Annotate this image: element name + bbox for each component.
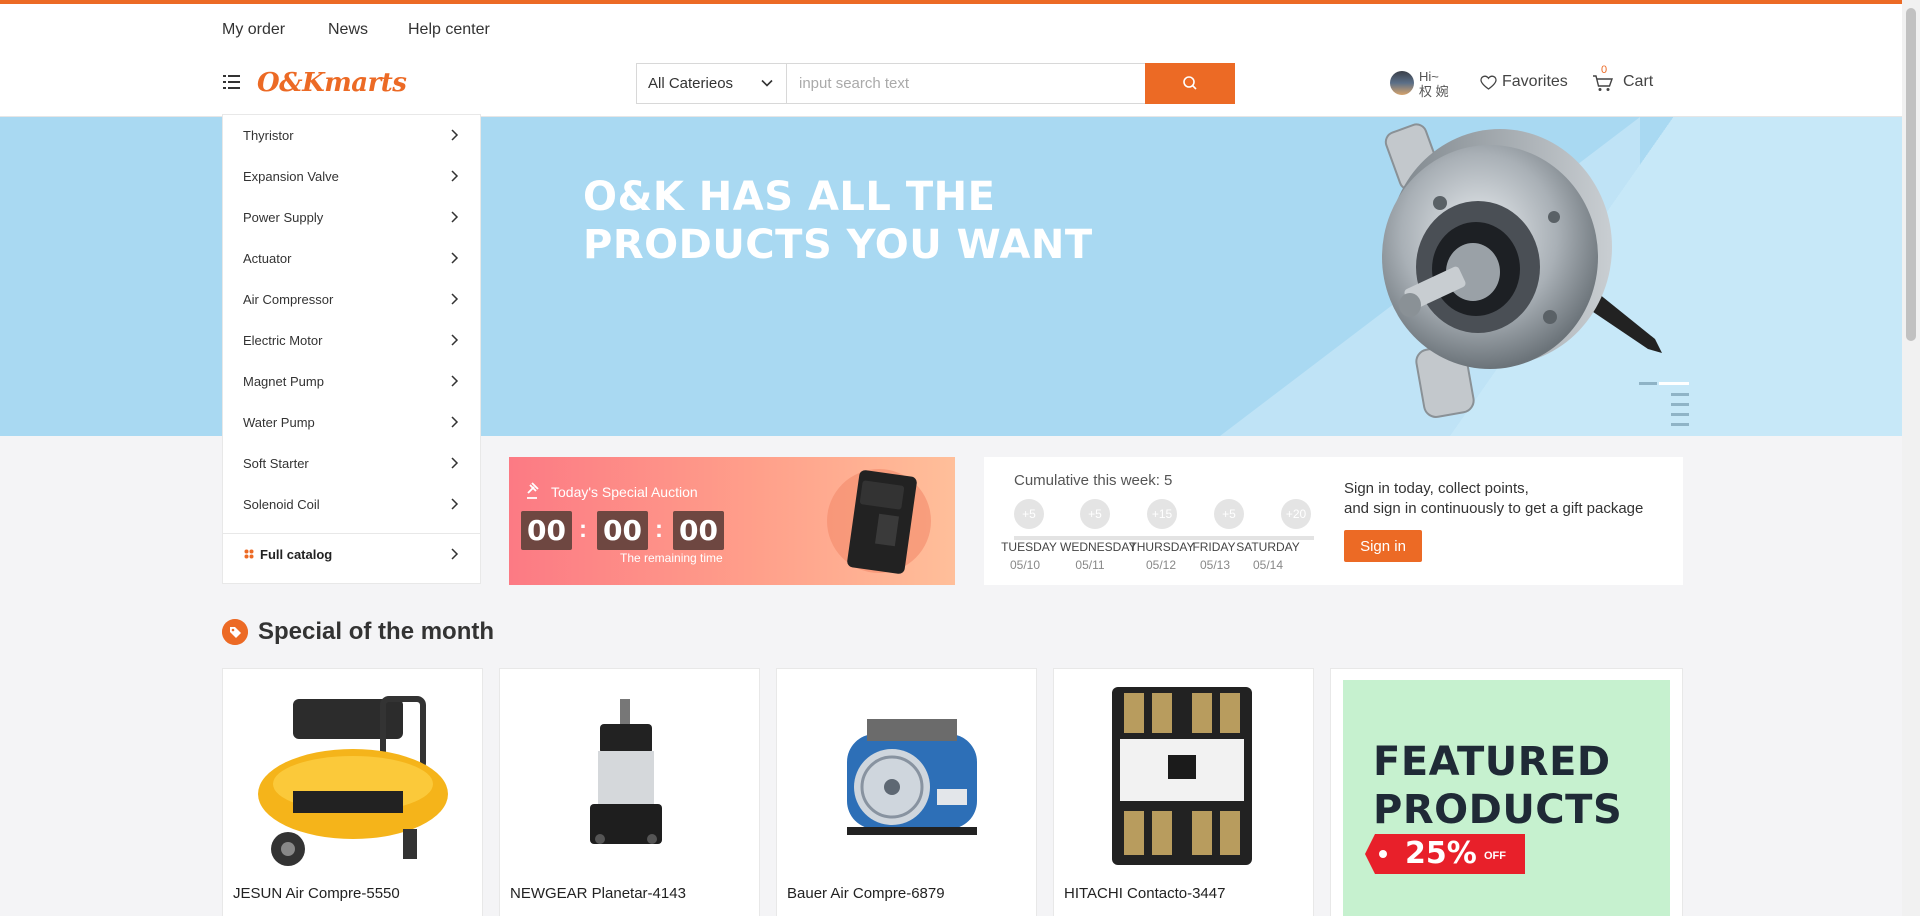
sidebar-item-magnet-pump[interactable]: Magnet Pump [223,361,480,402]
slide-indicator[interactable] [918,427,992,436]
chevron-right-icon [451,548,459,560]
gavel-icon [527,482,539,499]
checkin-date: 05/10 [1009,558,1041,572]
cart-link[interactable]: 0 Cart [1592,64,1654,91]
checkin-day: SATURDAY [1236,540,1300,554]
featured-headline: FEATURED PRODUCTS [1373,739,1623,833]
chevron-right-icon [451,334,459,346]
product-card[interactable]: JESUN Air Compre-5550 [222,668,483,916]
full-catalog-label: Full catalog [260,547,333,562]
sidebar-item-air-compressor[interactable]: Air Compressor [223,279,480,320]
discount-badge: 25% OFF [1365,834,1525,874]
countdown-caption: The remaining time [620,551,723,565]
special-auction-card[interactable]: Today's Special Auction 00 : 00 : 00 The… [509,457,955,585]
sidebar-item-water-pump[interactable]: Water Pump [223,402,480,443]
tag-icon [222,619,248,645]
chevron-right-icon [451,129,459,141]
full-catalog-link[interactable]: Full catalog [223,533,480,584]
rotary-encoder-image [1382,123,1662,418]
favorites-label: Favorites [1502,73,1568,90]
cumulative-points: Cumulative this week: 5 [1014,472,1173,489]
discount-percent: 25% [1405,836,1477,871]
checkin-date: 05/14 [1252,558,1284,572]
checkin-points-friday: +5 [1214,499,1244,529]
nav-news[interactable]: News [328,21,368,39]
page-scrollbar[interactable] [1902,0,1920,916]
product-image [847,719,977,835]
product-card[interactable]: NEWGEAR Planetar-4143 [499,668,760,916]
chevron-right-icon [451,375,459,387]
sidebar-item-actuator[interactable]: Actuator [223,238,480,279]
slide-thumbnails[interactable] [1637,379,1693,436]
heart-icon [1480,75,1497,90]
checkin-day: TUESDAY [1001,540,1057,554]
category-select-value: All Caterieos [648,75,734,92]
chevron-down-icon [761,79,773,87]
chevron-right-icon [451,293,459,305]
search-bar: All Caterieos [636,63,1235,104]
sidebar-item-power-supply[interactable]: Power Supply [223,197,480,238]
category-select[interactable]: All Caterieos [637,64,787,103]
section-title: Special of the month [222,618,494,646]
user-name: 权 婉 [1419,84,1449,99]
sign-in-card: Cumulative this week: 5 +5 +5 +15 +5 +20… [984,457,1683,585]
cart-count-badge: 0 [1601,64,1608,76]
checkin-points-saturday: +20 [1281,499,1311,529]
chevron-right-icon [451,252,459,264]
banner-headline: O&K HAS ALL THE PRODUCTS YOU WANT [583,174,1093,268]
favorites-link[interactable]: Favorites [1480,73,1568,91]
checkin-date: 05/11 [1075,558,1105,572]
product-image [258,696,448,866]
search-icon [1183,76,1197,90]
sign-in-button[interactable]: Sign in [1344,530,1422,562]
grid-icon [244,549,254,559]
category-sidebar: Thyristor Expansion Valve Power Supply A… [222,114,481,584]
menu-list-icon[interactable] [222,72,242,92]
user-greeting: Hi~ [1419,69,1439,84]
featured-products-promo[interactable]: FEATURED PRODUCTS 25% OFF [1330,668,1683,916]
sidebar-item-thyristor[interactable]: Thyristor [223,115,480,156]
chevron-right-icon [451,211,459,223]
chevron-right-icon [451,498,459,510]
checkin-day: WEDNESDAY [1060,540,1137,554]
nav-help-center[interactable]: Help center [408,21,490,39]
sidebar-item-solenoid-coil[interactable]: Solenoid Coil [223,484,480,525]
checkin-points-wednesday: +5 [1080,499,1110,529]
checkin-points-tuesday: +5 [1014,499,1044,529]
cart-label: Cart [1623,73,1654,90]
product-name[interactable]: JESUN Air Compre-5550 [233,885,400,902]
product-card[interactable]: Bauer Air Compre-6879 [776,668,1037,916]
chevron-right-icon [451,170,459,182]
avatar[interactable] [1390,71,1414,95]
site-logo[interactable]: O&Kmarts [257,68,407,98]
product-image [1112,687,1252,865]
sidebar-item-expansion-valve[interactable]: Expansion Valve [223,156,480,197]
countdown-minutes: 00 [597,511,648,550]
sign-in-message: Sign in today, collect points, and sign … [1344,480,1644,517]
countdown-seconds: 00 [673,511,724,550]
cart-icon [1593,75,1613,91]
checkin-points-thursday: +15 [1147,499,1177,529]
discount-off-label: OFF [1484,850,1506,862]
sidebar-item-electric-motor[interactable]: Electric Motor [223,320,480,361]
scrollbar-thumb[interactable] [1906,8,1916,341]
product-image [590,699,662,844]
auction-title: Today's Special Auction [551,484,698,500]
product-card[interactable]: HITACHI Contacto-3447 [1053,668,1314,916]
header: O&Kmarts All Caterieos Hi~ 权 婉 Favorites… [0,60,1902,117]
nav-my-order[interactable]: My order [222,21,285,39]
search-input[interactable] [788,64,1145,103]
search-button[interactable] [1145,63,1235,104]
chevron-right-icon [451,416,459,428]
product-name[interactable]: HITACHI Contacto-3447 [1064,885,1225,902]
chevron-right-icon [451,457,459,469]
user-account[interactable]: Hi~ 权 婉 [1390,69,1450,100]
countdown-hours: 00 [521,511,572,550]
top-navigation: My order News Help center [0,4,1902,60]
product-name[interactable]: NEWGEAR Planetar-4143 [510,885,686,902]
sidebar-item-soft-starter[interactable]: Soft Starter [223,443,480,484]
product-name[interactable]: Bauer Air Compre-6879 [787,885,945,902]
auction-product-image [827,469,931,574]
